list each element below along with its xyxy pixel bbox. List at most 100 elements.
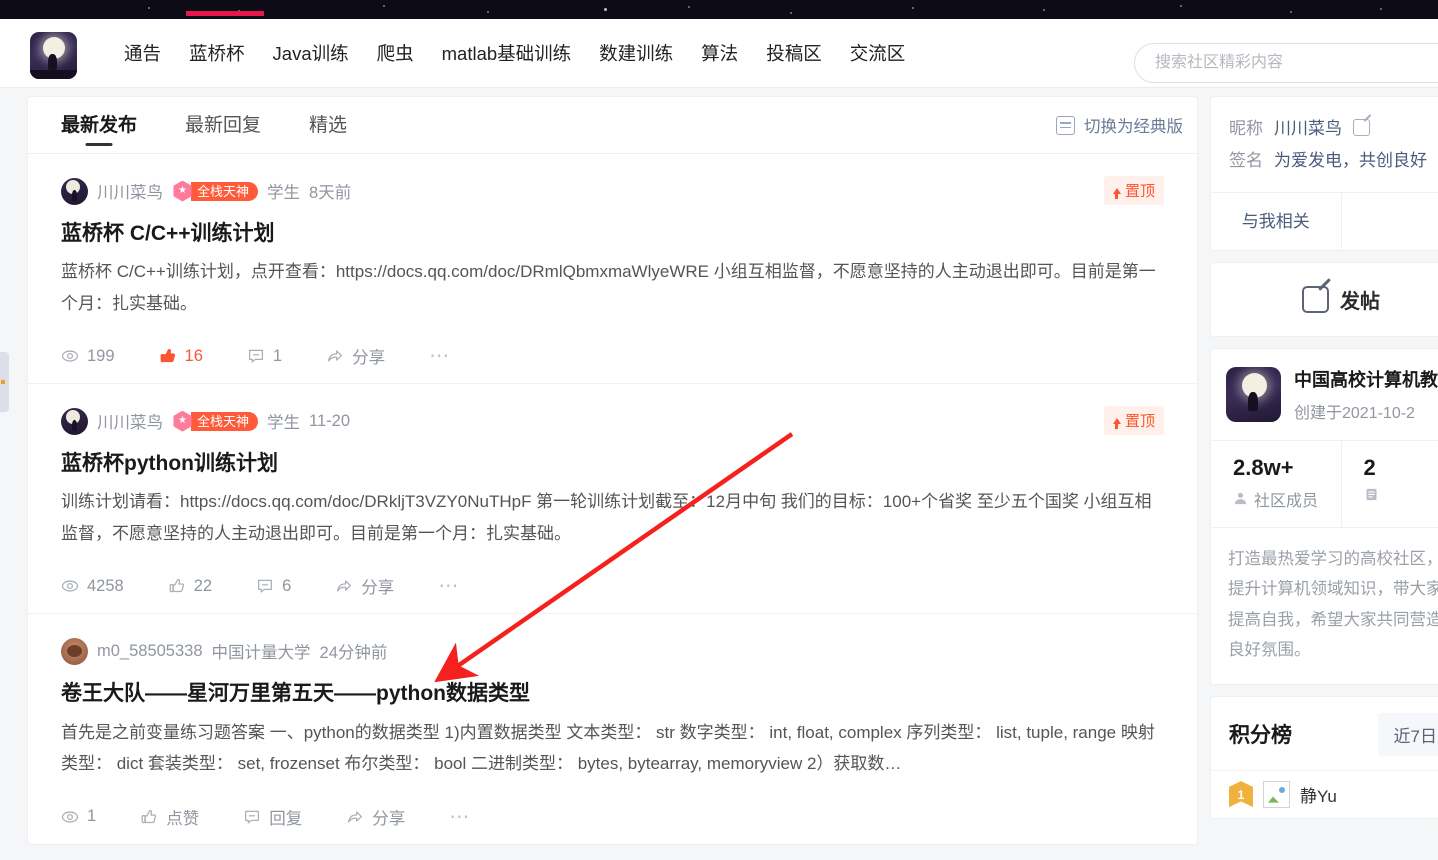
nav-item-7[interactable]: 投稿区 xyxy=(752,19,836,88)
comment-icon xyxy=(258,580,273,593)
ranking-range-selector[interactable]: 近7日 xyxy=(1377,712,1438,756)
community-avatar xyxy=(1226,366,1281,422)
ranking-title: 积分榜 xyxy=(1229,724,1292,748)
post-excerpt: 首先是之前变量练习题答案 一、python的数据类型 1)内置数据类型 文本类型… xyxy=(61,722,1155,774)
share-label: 分享 xyxy=(372,809,406,828)
community-description: 打造最热爱学习的高校社区，提升计算机领域知识，带大家提高自我，希望大家共同营造良… xyxy=(1211,526,1438,684)
post-time: 11-20 xyxy=(309,411,350,430)
main-nav: 通告 蓝桥杯 Java训练 爬虫 matlab基础训练 数建训练 算法 投稿区 交流区 xyxy=(110,19,919,88)
nav-item-6[interactable]: 算法 xyxy=(687,19,752,88)
post-author[interactable]: 川川菜鸟 xyxy=(97,409,163,433)
avatar[interactable] xyxy=(61,177,88,205)
tab-secondary[interactable] xyxy=(1342,193,1438,250)
thumbs-up-icon xyxy=(169,579,184,593)
feed-tab-2[interactable]: 精选 xyxy=(309,97,347,154)
eye-icon xyxy=(61,350,79,362)
members-label-row: 社区成员 xyxy=(1233,487,1341,511)
create-post-button[interactable]: 发帖 xyxy=(1210,261,1438,337)
edit-pencil-icon[interactable] xyxy=(1353,119,1370,136)
switch-classic-label: 切换为经典版 xyxy=(1084,118,1183,136)
like-button[interactable]: 22 xyxy=(168,577,212,596)
person-icon xyxy=(1234,492,1247,505)
comment-count-label: 回复 xyxy=(269,809,303,828)
more-options-button[interactable]: ⋯ xyxy=(429,346,451,366)
user-badge: ★ 全栈天神 xyxy=(172,410,259,432)
comment-button[interactable]: 6 xyxy=(256,577,291,596)
post-author-role: 中国计量大学 xyxy=(211,644,311,663)
more-options-button[interactable]: ⋯ xyxy=(449,807,471,827)
members-label: 社区成员 xyxy=(1254,492,1319,510)
posts-count: 2 xyxy=(1363,454,1376,480)
nav-item-4[interactable]: matlab基础训练 xyxy=(428,19,586,88)
post-item: 川川菜鸟 ★ 全栈天神 学生 11-20 置顶 蓝桥杯python训练计划 训练计划请看：ht… xyxy=(28,384,1197,615)
signature-label: 签名 xyxy=(1229,151,1263,171)
site-logo[interactable] xyxy=(30,32,77,79)
community-stat-posts: 2 xyxy=(1342,441,1438,527)
nav-item-2[interactable]: Java训练 xyxy=(259,19,363,88)
like-button[interactable]: 点赞 xyxy=(140,805,199,829)
nav-item-8[interactable]: 交流区 xyxy=(836,19,920,88)
like-button[interactable]: 16 xyxy=(159,347,203,366)
post-author-role: 学生 xyxy=(267,414,301,433)
like-count-label: 点赞 xyxy=(166,809,200,828)
nickname-row: 昵称 川川菜鸟 xyxy=(1229,113,1438,145)
share-button[interactable]: 分享 xyxy=(346,805,405,829)
pinned-badge: 置顶 xyxy=(1103,176,1164,205)
signature-value: 为爱发电，共创良好 xyxy=(1274,151,1427,171)
avatar[interactable] xyxy=(61,407,88,435)
nickname-value: 川川菜鸟 xyxy=(1274,119,1342,138)
share-button[interactable]: 分享 xyxy=(335,574,394,598)
post-author[interactable]: 川川菜鸟 xyxy=(97,179,163,203)
thumbs-up-icon xyxy=(141,809,157,823)
post-list: 川川菜鸟 ★ 全栈天神 学生 8天前 置顶 蓝桥杯 C/C++训练计划 蓝桥杯 C/C++训练… xyxy=(28,154,1197,844)
more-options-button[interactable]: ⋯ xyxy=(438,576,460,596)
comment-button[interactable]: 回复 xyxy=(243,805,302,829)
share-label: 分享 xyxy=(361,579,395,598)
feed-column: 最新发布 最新回复 精选 切换为经典版 川川菜鸟 ★ 全栈天神 学生 8天前 置顶 蓝桥杯 C/… xyxy=(27,96,1198,845)
view-count: 4258 xyxy=(61,577,124,596)
user-badge-label: 全栈天神 xyxy=(191,181,259,201)
community-card: 中国高校计算机教 创建于2021-10-2 2.8w+ 社区成员 2 打造最热爱… xyxy=(1210,347,1438,685)
nav-item-1[interactable]: 蓝桥杯 xyxy=(175,19,259,88)
tab-related-to-me[interactable]: 与我相关 xyxy=(1211,192,1342,250)
pin-arrow-icon xyxy=(1112,417,1121,429)
community-created: 创建于2021-10-2 xyxy=(1294,404,1415,422)
feed-tab-0[interactable]: 最新发布 xyxy=(61,97,137,154)
post-header: m0_58505338 中国计量大学 24分钟前 xyxy=(61,637,1164,665)
nav-item-0[interactable]: 通告 xyxy=(110,19,175,88)
feed-tabs: 最新发布 最新回复 精选 切换为经典版 xyxy=(28,97,1197,154)
feed-tab-1[interactable]: 最新回复 xyxy=(185,97,261,154)
doc-icon xyxy=(1366,488,1376,500)
pinned-label: 置顶 xyxy=(1124,183,1155,200)
pinned-badge: 置顶 xyxy=(1103,406,1164,436)
view-count: 199 xyxy=(61,347,115,366)
left-edge-drawer-handle[interactable] xyxy=(0,352,9,412)
search-input[interactable] xyxy=(1135,44,1438,82)
like-count-label: 16 xyxy=(184,346,203,365)
eye-icon xyxy=(61,810,79,823)
post-item: m0_58505338 中国计量大学 24分钟前 卷王大队——星河万里第五天——pyt… xyxy=(28,614,1197,843)
post-title[interactable]: 卷王大队——星河万里第五天——python数据类型 xyxy=(61,680,1164,707)
view-count-label: 1 xyxy=(87,807,97,826)
post-stats: 199 16 1 分享 ⋯ xyxy=(61,341,1164,371)
avatar[interactable] xyxy=(61,637,88,665)
comment-button[interactable]: 1 xyxy=(247,347,282,366)
post-title[interactable]: 蓝桥杯python训练计划 xyxy=(61,450,1164,477)
comment-icon xyxy=(248,349,263,363)
profile-card: 昵称 川川菜鸟 签名 为爱发电，共创良好 与我相关 xyxy=(1210,96,1438,251)
post-author[interactable]: m0_58505338 xyxy=(97,642,203,661)
share-button[interactable]: 分享 xyxy=(326,344,385,368)
post-title[interactable]: 蓝桥杯 C/C++训练计划 xyxy=(61,220,1164,247)
switch-classic-button[interactable]: 切换为经典版 xyxy=(1056,113,1183,137)
ranking-row[interactable]: 1 静Yu xyxy=(1211,769,1438,818)
signature-row: 签名 为爱发电，共创良好 xyxy=(1229,145,1438,177)
rank-medal-icon: 1 xyxy=(1229,781,1253,808)
nav-item-5[interactable]: 数建训练 xyxy=(585,19,687,88)
share-label: 分享 xyxy=(352,349,386,368)
community-stat-members: 2.8w+ 社区成员 xyxy=(1211,440,1342,527)
nav-item-3[interactable]: 爬虫 xyxy=(363,19,428,88)
search-box[interactable] xyxy=(1134,43,1438,83)
comment-icon xyxy=(245,810,260,824)
like-count-label: 22 xyxy=(193,576,213,595)
share-icon xyxy=(337,580,352,592)
